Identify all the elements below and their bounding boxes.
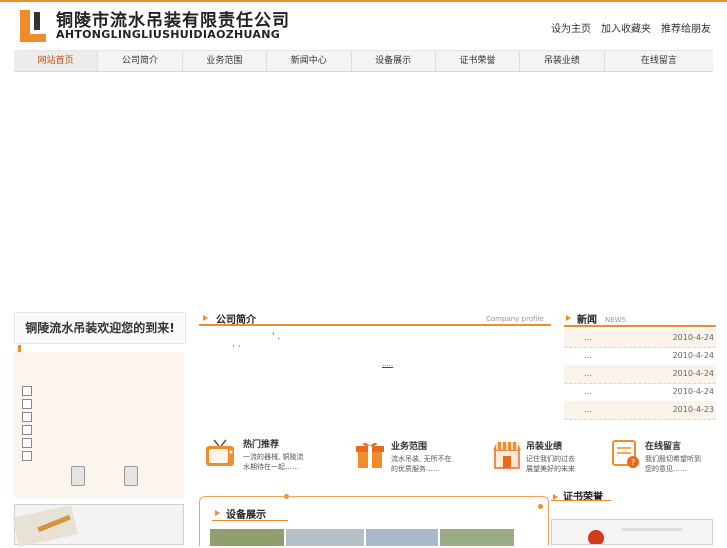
svg-text:?: ?	[631, 458, 635, 467]
nav-item-business[interactable]: 业务范围	[183, 51, 268, 71]
feature-title-business[interactable]: 业务范围	[391, 439, 427, 452]
banner-area	[14, 72, 713, 308]
sidebar-button-right[interactable]	[124, 466, 138, 486]
feature-desc-hot-1: 一流的器械, 铜陵流	[243, 453, 304, 461]
nav-item-certificates[interactable]: 证书荣誉	[436, 51, 521, 71]
feature-title-message[interactable]: 在线留言	[645, 439, 681, 452]
nav-item-equipment[interactable]: 设备展示	[352, 51, 436, 71]
feature-desc-hot-2: 水期待在一起……	[243, 463, 299, 471]
profile-arrow-icon	[203, 315, 208, 321]
contact-image	[12, 504, 184, 547]
set-homepage-link[interactable]: 设为主页	[551, 20, 591, 35]
feature-desc-message-2: 您的意见……	[645, 465, 687, 473]
equipment-photo[interactable]	[440, 529, 514, 546]
sidebar-checkbox[interactable]	[22, 425, 32, 435]
company-logo-icon[interactable]	[14, 6, 54, 46]
news-title: 新闻	[577, 315, 597, 326]
certificates-divider	[551, 500, 611, 501]
top-accent-line	[0, 0, 727, 2]
news-item-date: 2010-4-24	[672, 351, 714, 360]
news-arrow-icon	[566, 315, 571, 321]
news-divider	[564, 325, 716, 327]
profile-body: ' .	[272, 332, 281, 342]
tv-icon[interactable]	[204, 438, 236, 470]
nav-item-message[interactable]: 在线留言	[605, 51, 713, 71]
main-navigation: 网站首页 公司简介 业务范围 新闻中心 设备展示 证书荣誉 吊装业绩 在线留言	[14, 50, 713, 72]
feature-desc-projects-2: 展望美好的未来	[526, 465, 575, 473]
feature-title-projects[interactable]: 吊装业绩	[526, 439, 562, 452]
sidebar-checkbox[interactable]	[22, 399, 32, 409]
news-item-title[interactable]: ...	[584, 405, 592, 414]
nav-item-projects[interactable]: 吊装业绩	[520, 51, 605, 71]
sidebar-checkbox[interactable]	[22, 386, 32, 396]
shop-icon[interactable]	[491, 438, 523, 470]
feature-desc-message-1: 我们殷切希望听到	[645, 455, 701, 463]
equipment-title: 设备展示	[226, 510, 266, 521]
message-icon[interactable]: ?	[610, 438, 642, 470]
profile-more-link[interactable]: .....	[382, 360, 393, 368]
news-subtitle: NEWS	[605, 316, 627, 324]
welcome-banner: 铜陵流水吊装欢迎您的到来!	[14, 312, 186, 344]
sidebar-button-left[interactable]	[71, 466, 85, 486]
equipment-arrow-icon	[215, 510, 220, 516]
news-item-date: 2010-4-24	[672, 333, 714, 342]
sidebar-checkbox[interactable]	[22, 438, 32, 448]
profile-subtitle: Company profile	[486, 315, 544, 323]
news-item-title[interactable]: ...	[584, 351, 592, 360]
equipment-photo[interactable]	[210, 529, 284, 546]
nav-item-news[interactable]: 新闻中心	[267, 51, 352, 71]
sidebar-checkbox[interactable]	[22, 412, 32, 422]
equipment-photo[interactable]	[366, 529, 438, 546]
brand-name-english: AHTONGLINGLIUSHUIDIAOZHUANG	[56, 28, 281, 41]
nav-item-about[interactable]: 公司简介	[98, 51, 183, 71]
equipment-divider	[212, 520, 288, 521]
equipment-photo[interactable]	[286, 529, 364, 546]
certificates-panel: 证书荣誉	[551, 492, 713, 546]
certificate-image[interactable]	[551, 519, 713, 546]
feature-desc-business-2: 的优质服务……	[391, 465, 440, 473]
left-side-panel	[14, 352, 184, 498]
news-item-date: 2010-4-24	[672, 387, 714, 396]
news-item-title[interactable]: ...	[584, 369, 592, 378]
equipment-panel: 设备展示	[199, 496, 549, 546]
feature-title-hot[interactable]: 热门推荐	[243, 437, 279, 450]
news-list-item[interactable]: ... 2010-4-23	[564, 401, 716, 420]
recommend-friend-link[interactable]: 推荐给朋友	[661, 20, 711, 35]
news-item-date: 2010-4-24	[672, 369, 714, 378]
feature-desc-business-1: 流水吊装, 无所不在	[391, 455, 452, 463]
sidebar-checkbox[interactable]	[22, 451, 32, 461]
news-list-item[interactable]: ... 2010-4-24	[564, 347, 716, 366]
news-item-date: 2010-4-23	[672, 405, 714, 414]
news-item-title[interactable]: ...	[584, 333, 592, 342]
top-links: 设为主页 加入收藏夹 推荐给朋友	[551, 20, 711, 35]
feature-desc-projects-1: 记住我们的过去	[526, 455, 575, 463]
add-favorite-link[interactable]: 加入收藏夹	[601, 20, 651, 35]
news-item-title[interactable]: ...	[584, 387, 592, 396]
profile-divider	[199, 324, 551, 326]
equipment-side-dot	[538, 504, 543, 509]
profile-body-line2: · ·	[232, 342, 241, 352]
news-list-item[interactable]: ... 2010-4-24	[564, 383, 716, 402]
gift-box-icon[interactable]	[354, 438, 386, 470]
nav-item-home[interactable]: 网站首页	[14, 51, 99, 71]
news-list-item[interactable]: ... 2010-4-24	[564, 365, 716, 384]
news-list-item[interactable]: ... 2010-4-24	[564, 329, 716, 348]
